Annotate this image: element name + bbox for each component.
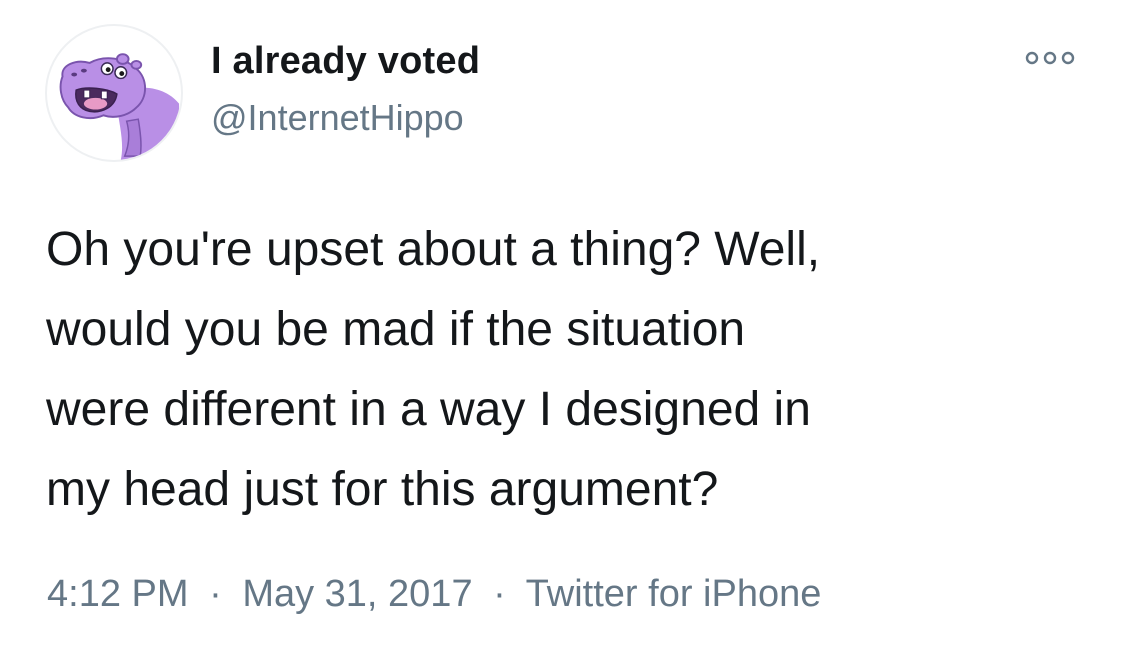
tweet-text-line: were different in a way I designed in — [46, 383, 811, 436]
tweet-source[interactable]: Twitter for iPhone — [526, 573, 822, 615]
tweet-text-line: my head just for this argument? — [46, 463, 719, 516]
tweet-time[interactable]: 4:12 PM — [47, 573, 189, 615]
avatar[interactable] — [45, 24, 183, 162]
ellipsis-icon — [1025, 51, 1075, 65]
user-handle[interactable]: @InternetHippo — [211, 97, 464, 139]
tweet-meta: 4:12 PM · May 31, 2017 · Twitter for iPh… — [47, 573, 821, 616]
tweet-card: I already voted @InternetHippo Oh you're… — [0, 0, 1125, 653]
tweet-text-line: Oh you're upset about a thing? Well, — [46, 223, 821, 276]
hippo-avatar-icon — [59, 53, 180, 160]
tweet-text-line: would you be mad if the situation — [46, 303, 746, 356]
meta-separator: · — [209, 573, 222, 615]
tweet-date[interactable]: May 31, 2017 — [242, 573, 472, 615]
meta-separator: · — [493, 573, 506, 615]
display-name[interactable]: I already voted — [211, 40, 480, 83]
tweet-text: Oh you're upset about a thing? Well, wou… — [46, 210, 1086, 530]
more-options-button[interactable] — [1022, 46, 1078, 70]
